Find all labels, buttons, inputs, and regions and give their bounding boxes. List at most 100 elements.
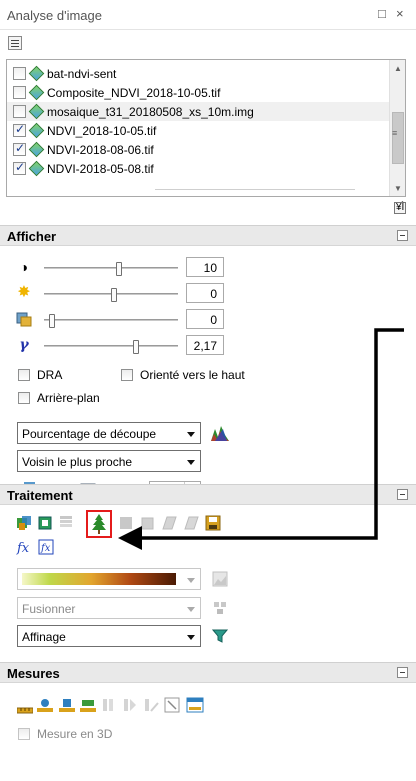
measure-perimeter-icon-disabled[interactable]: [122, 697, 138, 713]
arriere-plan-checkbox[interactable]: [18, 392, 30, 404]
transparency-value-field[interactable]: 0: [186, 309, 224, 329]
window-title: Analyse d'image: [7, 8, 102, 23]
layer-checkbox[interactable]: ✓: [13, 141, 26, 156]
maximize-button[interactable]: □: [378, 6, 386, 21]
brightness-icon: ✸: [17, 284, 31, 301]
measure-area-icon-disabled[interactable]: [101, 697, 117, 713]
swipe-icon-disabled[interactable]: [118, 515, 134, 531]
color-ramp-select[interactable]: [17, 568, 201, 590]
layer-row[interactable]: bat-ndvi-sent: [7, 64, 389, 83]
chevron-down-icon: [187, 578, 195, 583]
oriente-checkbox[interactable]: [121, 369, 133, 381]
function-template-icon[interactable]: fx: [38, 539, 54, 555]
measure-height-icon[interactable]: [37, 697, 53, 713]
measure-point-icon[interactable]: [59, 697, 75, 713]
affinage-select-value: Affinage: [22, 630, 66, 644]
clear-measure-icon[interactable]: [164, 697, 180, 713]
list-splitter[interactable]: [155, 189, 355, 190]
fusion-select[interactable]: Fusionner: [17, 597, 201, 619]
brightness-slider[interactable]: [44, 288, 178, 302]
raster-functions-icon[interactable]: [16, 515, 32, 531]
measure-distance-icon[interactable]: [16, 698, 34, 714]
gamma-slider[interactable]: [44, 340, 178, 354]
fusion-select-value: Fusionner: [22, 602, 76, 616]
svg-text:fx: fx: [40, 543, 51, 554]
slider-thumb[interactable]: [49, 314, 55, 328]
scroll-down-icon[interactable]: ▼: [390, 184, 405, 193]
ramp-options-icon-disabled[interactable]: [212, 571, 228, 587]
window-titlebar: Analyse d'image □ ×: [0, 0, 416, 30]
slider-thumb[interactable]: [116, 262, 122, 276]
scroll-up-icon[interactable]: ▲: [390, 64, 405, 73]
function-editor-icon[interactable]: fx: [16, 539, 32, 556]
fusion-options-icon-disabled[interactable]: [212, 600, 228, 616]
clip-icon[interactable]: [37, 515, 53, 531]
brightness-value-field[interactable]: 0: [186, 283, 224, 303]
transparency-slider[interactable]: [44, 314, 178, 328]
scroll-grip-icon: ≡: [392, 128, 398, 138]
traitement-section-header[interactable]: Traitement: [0, 484, 416, 505]
layer-name: bat-ndvi-sent: [47, 67, 117, 81]
chevron-down-icon: [187, 635, 195, 640]
layer-checkbox[interactable]: ✓: [13, 160, 26, 175]
slider-thumb[interactable]: [133, 340, 139, 354]
mesure-3d-label: Mesure en 3D: [37, 727, 113, 741]
mesures-section-header[interactable]: Mesures: [0, 662, 416, 683]
gamma-slider-row: γ 2,17: [0, 335, 416, 357]
gamma-icon: γ: [19, 337, 29, 353]
mesure-3d-checkbox[interactable]: [18, 728, 30, 740]
raster-layer-icon: [28, 65, 45, 82]
layer-list[interactable]: bat-ndvi-sent Composite_NDVI_2018-10-05.…: [6, 59, 406, 197]
layer-name: Composite_NDVI_2018-10-05.tif: [47, 86, 221, 100]
layer-row-selected[interactable]: mosaique_t31_20180508_xs_10m.img: [7, 102, 389, 121]
layer-row[interactable]: ✓ NDVI-2018-05-08.tif: [7, 159, 389, 178]
dra-checkbox[interactable]: [18, 369, 30, 381]
oriente-label: Orienté vers le haut: [140, 368, 245, 382]
raster-layer-icon: [28, 122, 45, 139]
scrollbar-thumb[interactable]: [392, 112, 404, 164]
layer-checkbox[interactable]: [13, 105, 26, 118]
close-button[interactable]: ×: [396, 6, 404, 21]
difference-icon-disabled[interactable]: [182, 515, 199, 531]
arriere-plan-label: Arrière-plan: [37, 391, 100, 405]
resampling-select[interactable]: Voisin le plus proche: [17, 450, 201, 472]
layer-row[interactable]: ✓ NDVI_2018-10-05.tif: [7, 121, 389, 140]
raster-layer-icon: [28, 84, 45, 101]
collapse-icon[interactable]: [397, 667, 408, 678]
chevron-down-icon: [187, 432, 195, 437]
histogram-icon[interactable]: [211, 425, 229, 441]
collapse-icon[interactable]: [397, 489, 408, 500]
layer-row[interactable]: ✓ NDVI-2018-08-06.tif: [7, 140, 389, 159]
layer-checkbox[interactable]: [13, 67, 26, 80]
checkmark-icon: ✓: [15, 122, 26, 136]
layer-checkbox[interactable]: ✓: [13, 122, 26, 137]
filter-icon[interactable]: [211, 628, 229, 644]
affinage-select[interactable]: Affinage: [17, 625, 201, 647]
ndvi-button-highlighted[interactable]: [86, 510, 112, 538]
layer-row[interactable]: Composite_NDVI_2018-10-05.tif: [7, 83, 389, 102]
raster-layer-icon: [28, 141, 45, 158]
measure-centroid-icon[interactable]: [80, 697, 96, 713]
measure-angle-icon-disabled[interactable]: [143, 697, 159, 713]
contrast-slider[interactable]: [44, 262, 178, 276]
stretch-select[interactable]: Pourcentage de découpe: [17, 422, 201, 444]
export-icon[interactable]: [205, 515, 221, 531]
panel-toggle-icon[interactable]: ¥Ì: [394, 202, 407, 214]
measure-settings-icon[interactable]: [186, 697, 204, 713]
checkmark-icon: ✓: [15, 141, 26, 155]
brightness-slider-row: ✸ 0: [0, 283, 416, 305]
gamma-value-field[interactable]: 2,17: [186, 335, 224, 355]
layer-checkbox[interactable]: [13, 86, 26, 99]
collapse-icon[interactable]: [397, 230, 408, 241]
layer-list-scrollbar[interactable]: ▲ ≡ ▼: [389, 60, 405, 196]
contrast-slider-row: ◑ 10: [0, 257, 416, 279]
list-options-icon[interactable]: [8, 36, 22, 50]
section-title: Afficher: [7, 229, 57, 244]
contrast-value-field[interactable]: 10: [186, 257, 224, 277]
slider-thumb[interactable]: [111, 288, 117, 302]
afficher-section-header[interactable]: Afficher: [0, 225, 416, 246]
stack-icon-disabled[interactable]: [58, 515, 74, 531]
flicker-icon-disabled[interactable]: [139, 515, 155, 531]
mosaic-icon-disabled[interactable]: [160, 515, 177, 531]
resampling-select-value: Voisin le plus proche: [22, 455, 133, 469]
